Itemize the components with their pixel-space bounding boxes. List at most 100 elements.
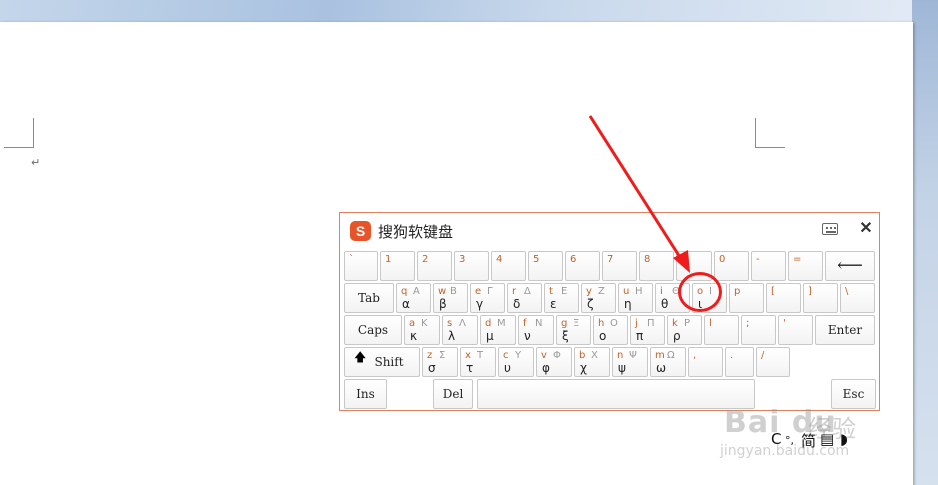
key-char-tr: Ξ	[573, 318, 580, 329]
key-char-tl: k	[672, 318, 678, 329]
key-char-tl: v	[541, 350, 547, 361]
key-char-bl: θ	[661, 297, 669, 311]
key-backspace[interactable]: ⟵	[825, 251, 875, 281]
key-char-tl: 2	[422, 254, 429, 265]
key-4[interactable]: 4	[491, 251, 526, 281]
key-q[interactable]: qΑα	[396, 283, 431, 313]
key-char-tl: e	[475, 286, 482, 297]
key-ins[interactable]: Ins	[344, 379, 387, 409]
key-char-tl: w	[438, 286, 447, 297]
ime-mode[interactable]: C	[771, 430, 781, 448]
key-char-bl: π	[636, 329, 644, 343]
key-label: Shift	[374, 355, 404, 369]
key-d[interactable]: dΜμ	[480, 315, 516, 345]
key-label: Enter	[827, 323, 863, 337]
key-char-tr: Ρ	[684, 318, 691, 329]
key-equals[interactable]: =	[788, 251, 823, 281]
key-k[interactable]: kΡρ	[667, 315, 702, 345]
key-1[interactable]: 1	[380, 251, 415, 281]
ime-status-bar[interactable]: C °, 简 ▤ ◗	[767, 428, 863, 452]
key-char-tr: Σ	[439, 350, 446, 361]
close-icon[interactable]: ✕	[858, 221, 874, 237]
key-label: Tab	[358, 291, 380, 305]
key-char-bl: ξ	[562, 329, 569, 343]
key-c[interactable]: cΥυ	[498, 347, 534, 377]
key-period[interactable]: .	[725, 347, 754, 377]
key-del[interactable]: Del	[433, 379, 473, 409]
key-7[interactable]: 7	[602, 251, 637, 281]
key-caps[interactable]: Caps	[344, 315, 402, 345]
key-label: Ins	[356, 387, 375, 401]
key-shift[interactable]: 🡅 Shift	[344, 347, 420, 377]
sogou-logo-icon: S	[350, 221, 371, 241]
key-char-tl: 6	[570, 254, 577, 265]
key-char-tr: Μ	[497, 318, 506, 329]
key-char-tl: y	[586, 286, 592, 297]
key-3[interactable]: 3	[454, 251, 489, 281]
key-enter[interactable]: Enter	[815, 315, 875, 345]
key-comma[interactable]: ,	[688, 347, 723, 377]
key-char-tl: h	[598, 318, 605, 329]
key-t[interactable]: tΕε	[544, 283, 579, 313]
key-l[interactable]: l	[704, 315, 739, 345]
key-v[interactable]: vΦφ	[536, 347, 572, 377]
key-char-tl: l	[709, 318, 712, 329]
key-6[interactable]: 6	[565, 251, 600, 281]
key-char-tl: \	[845, 286, 849, 297]
key-u[interactable]: uΗη	[618, 283, 653, 313]
key-space[interactable]	[477, 379, 755, 409]
key-z[interactable]: zΣσ	[422, 347, 458, 377]
ime-simplified[interactable]: 简	[801, 430, 816, 451]
key-char-tr: Χ	[591, 350, 598, 361]
key-slash[interactable]: /	[756, 347, 790, 377]
key-char-tl: .	[730, 350, 734, 361]
key-m[interactable]: mΩω	[650, 347, 686, 377]
key-backslash[interactable]: \	[840, 283, 875, 313]
key-char-tr: Κ	[421, 318, 428, 329]
key-char-bl: γ	[476, 297, 484, 311]
key-grave[interactable]: `	[344, 251, 378, 281]
keyboard-icon[interactable]	[822, 223, 838, 235]
key-h[interactable]: hΟο	[593, 315, 628, 345]
key-s[interactable]: sΛλ	[442, 315, 478, 345]
key-5[interactable]: 5	[528, 251, 563, 281]
key-char-tl: i	[660, 286, 663, 297]
key-semicolon[interactable]: ;	[741, 315, 776, 345]
key-char-tr: Υ	[515, 350, 522, 361]
key-quote[interactable]: '	[778, 315, 813, 345]
key-char-bl: ψ	[618, 361, 626, 375]
key-p[interactable]: p	[729, 283, 764, 313]
key-g[interactable]: gΞξ	[556, 315, 591, 345]
key-minus[interactable]: -	[751, 251, 786, 281]
key-lbracket[interactable]: [	[766, 283, 801, 313]
key-char-bl: ν	[524, 329, 531, 343]
key-w[interactable]: wΒβ	[433, 283, 468, 313]
key-y[interactable]: yΖζ	[581, 283, 616, 313]
key-char-tl: /	[761, 350, 765, 361]
key-char-bl: ο	[599, 329, 607, 343]
key-char-tl: '	[783, 318, 786, 329]
key-0[interactable]: 0	[714, 251, 749, 281]
key-rbracket[interactable]: ]	[803, 283, 838, 313]
key-r[interactable]: rΔδ	[507, 283, 542, 313]
key-char-bl: μ	[486, 329, 494, 343]
key-char-tr: Δ	[524, 286, 531, 297]
key-a[interactable]: aΚκ	[404, 315, 440, 345]
key-x[interactable]: xΤτ	[460, 347, 496, 377]
key-8[interactable]: 8	[639, 251, 674, 281]
key-2[interactable]: 2	[417, 251, 452, 281]
key-f[interactable]: fΝν	[518, 315, 554, 345]
key-label: ⟵	[837, 255, 863, 276]
key-b[interactable]: bΧχ	[574, 347, 610, 377]
key-char-bl: υ	[504, 361, 511, 375]
key-j[interactable]: jΠπ	[630, 315, 665, 345]
key-char-tl: ]	[808, 286, 812, 297]
key-char-tl: ,	[693, 350, 697, 361]
key-char-tr: Ν	[535, 318, 543, 329]
ime-keyboard-icon[interactable]: ▤	[820, 430, 834, 448]
ime-punctuation-icon[interactable]: °,	[785, 434, 794, 447]
ime-moon-icon[interactable]: ◗	[840, 430, 848, 448]
key-e[interactable]: eΓγ	[470, 283, 505, 313]
key-tab[interactable]: Tab	[344, 283, 394, 313]
key-n[interactable]: nΨψ	[612, 347, 648, 377]
